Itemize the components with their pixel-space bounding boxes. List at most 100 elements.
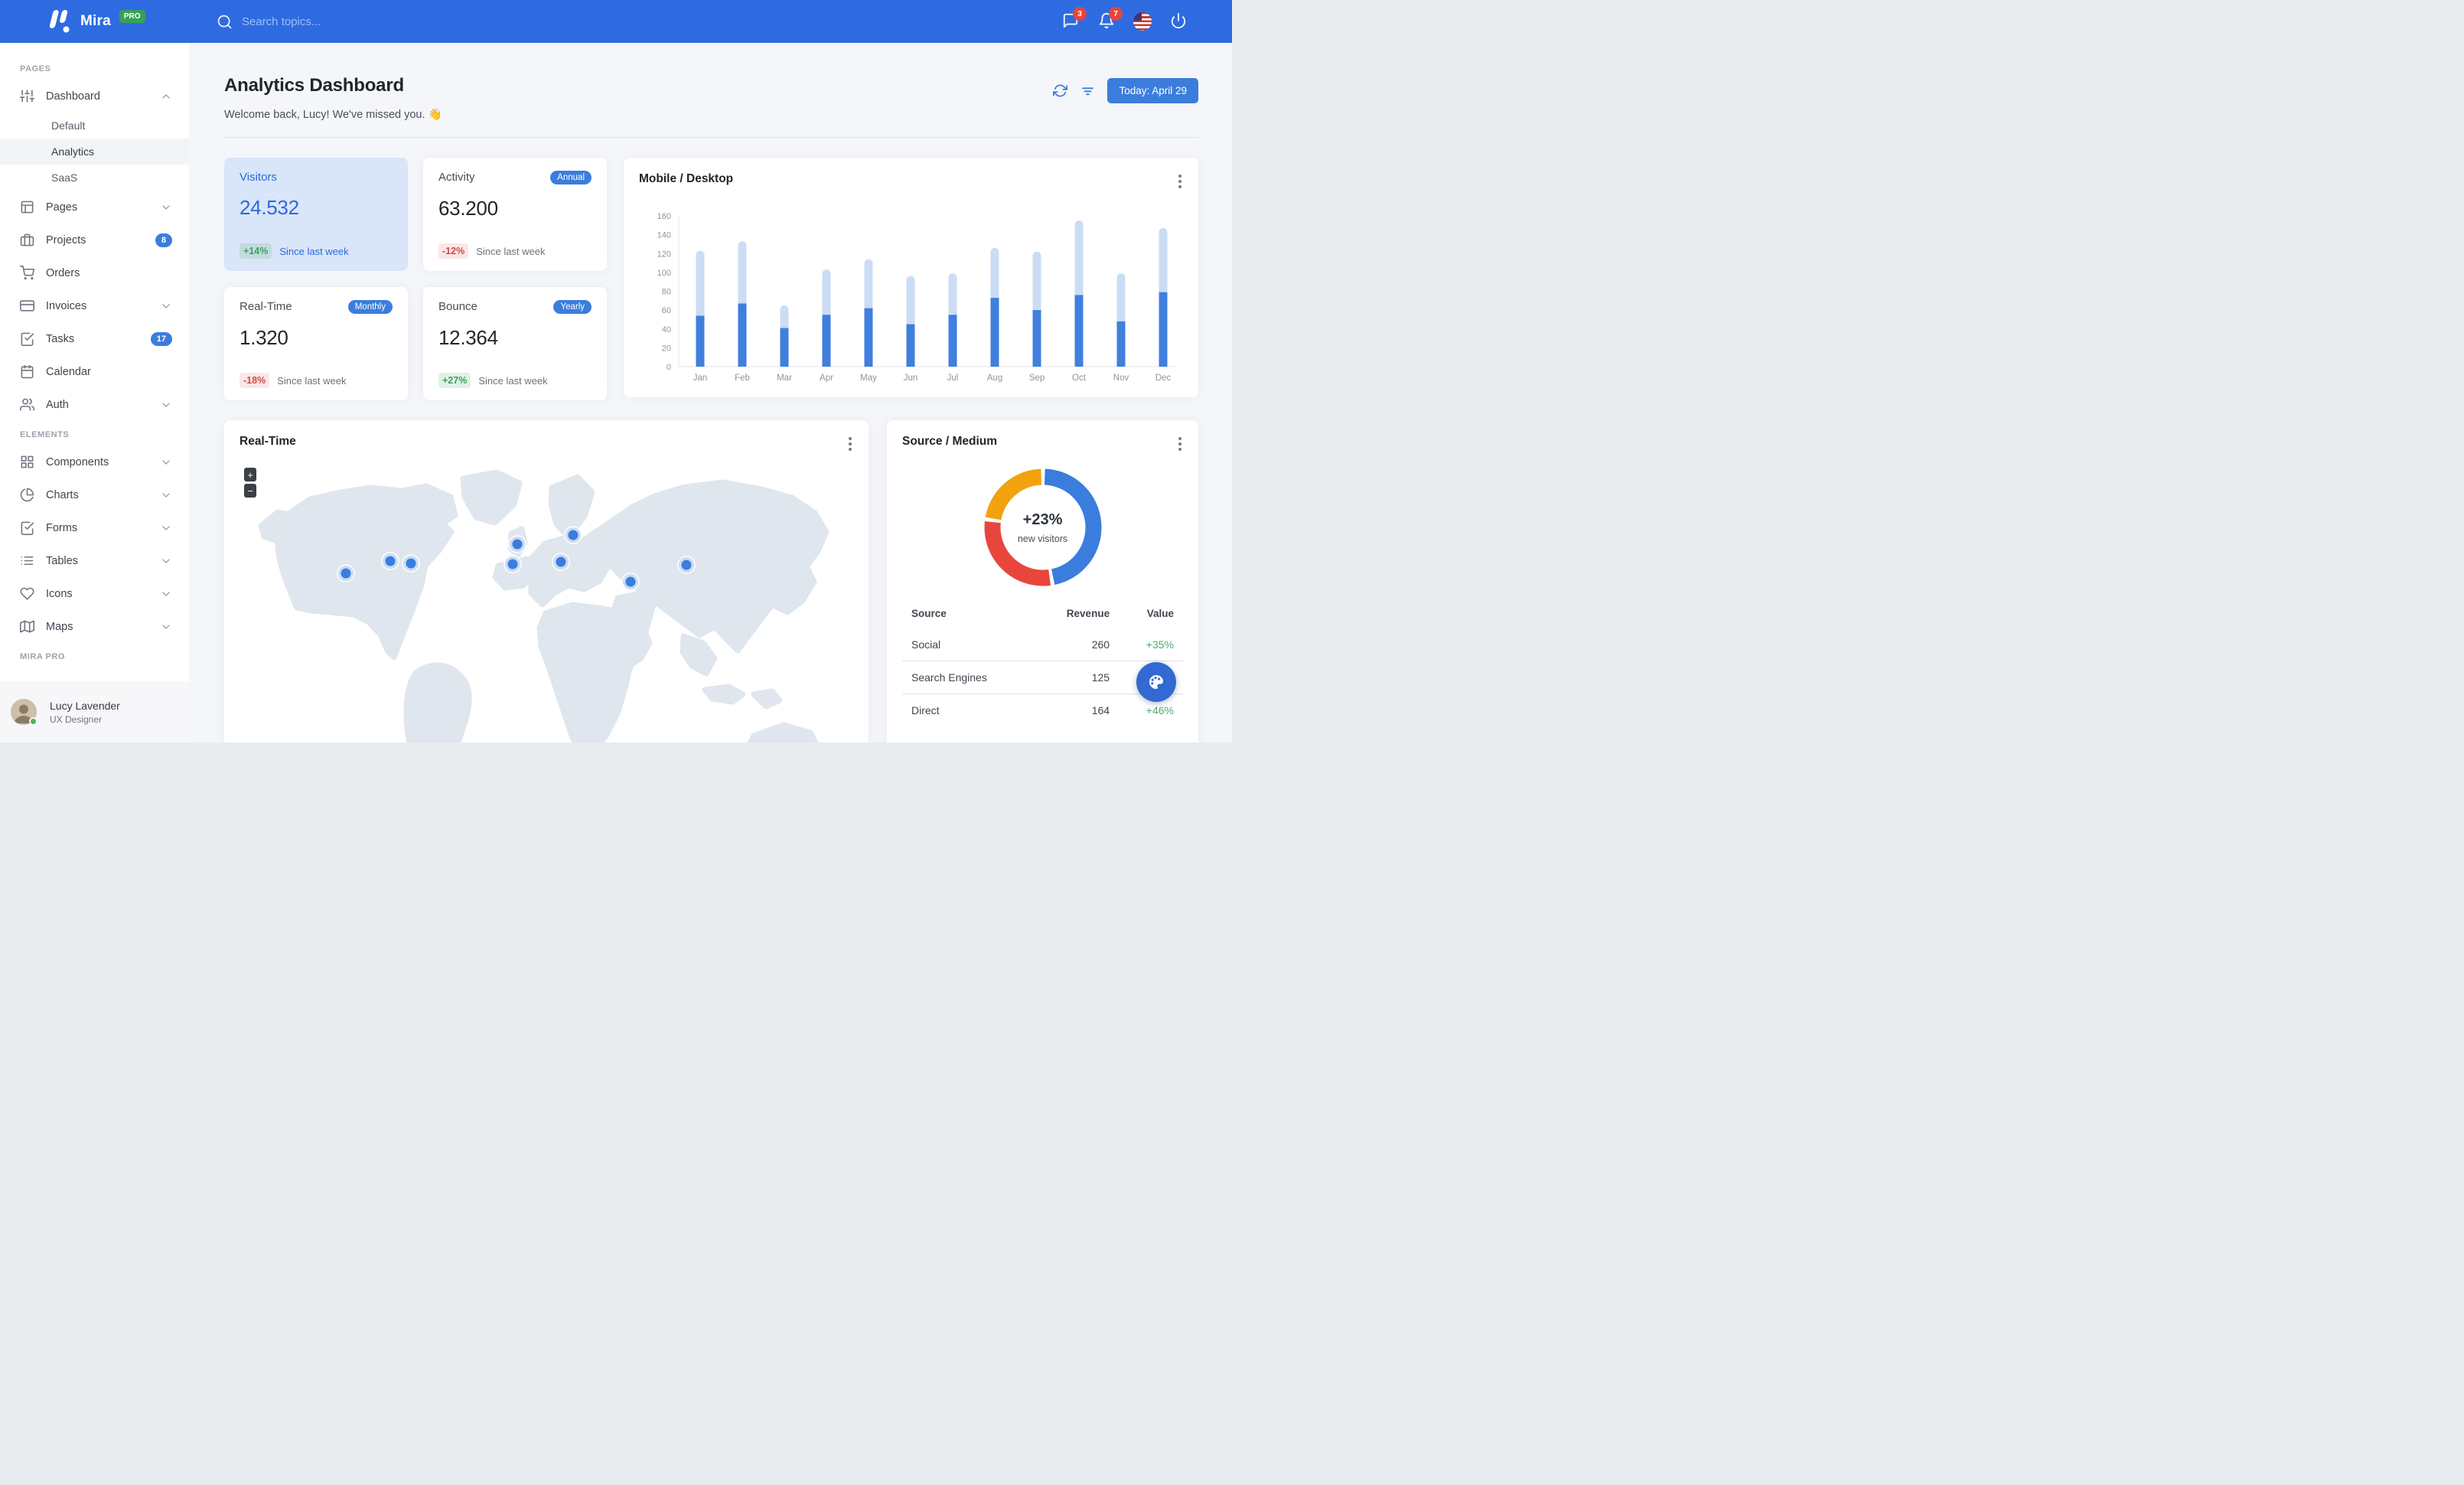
svg-text:Feb: Feb: [735, 374, 750, 383]
stat-value: 1.320: [240, 326, 288, 349]
map-marker[interactable]: [552, 553, 570, 571]
map-zoom-in-button[interactable]: +: [244, 468, 256, 481]
online-status-dot: [29, 717, 37, 726]
search-input[interactable]: [242, 15, 471, 28]
search-bar: [217, 14, 1061, 30]
stat-delta-badge: -18%: [240, 373, 270, 388]
sidebar-subitem-analytics[interactable]: Analytics: [0, 139, 189, 165]
svg-text:Nov: Nov: [1113, 374, 1129, 383]
stat-title: Real-Time: [240, 300, 292, 313]
chevron-up-icon: [160, 90, 172, 103]
donut-center-label: new visitors: [1017, 533, 1068, 544]
chart-kebab-menu-icon[interactable]: [1175, 171, 1185, 191]
check-square-icon: [20, 331, 34, 346]
filter-icon: [1082, 86, 1093, 95]
credit-card-icon: [20, 299, 34, 313]
sidebar-subitem-saas[interactable]: SaaS: [0, 165, 189, 191]
cell-source: Search Engines: [902, 661, 1034, 694]
sliders-icon: [20, 89, 34, 103]
svg-text:Apr: Apr: [820, 374, 833, 383]
stat-note: Since last week: [279, 245, 349, 257]
chevron-down-icon: [160, 522, 172, 534]
sidebar-item-orders[interactable]: Orders: [0, 256, 189, 289]
shopping-cart-icon: [20, 266, 34, 280]
map-marker[interactable]: [337, 564, 355, 583]
cell-revenue: 125: [1033, 661, 1120, 694]
sidebar-item-auth[interactable]: Auth: [0, 388, 189, 421]
stat-note: Since last week: [277, 374, 347, 387]
svg-text:Sep: Sep: [1029, 374, 1045, 383]
stat-period-badge[interactable]: Yearly: [553, 300, 592, 314]
svg-text:100: 100: [657, 269, 671, 278]
sidebar-item-maps[interactable]: Maps: [0, 610, 189, 643]
map-marker[interactable]: [402, 554, 420, 573]
map-marker[interactable]: [504, 555, 522, 573]
logout-button[interactable]: [1169, 12, 1188, 31]
date-range-button[interactable]: Today: April 29: [1107, 78, 1198, 103]
source-card-title: Source / Medium: [902, 435, 998, 448]
map-marker[interactable]: [564, 526, 582, 544]
briefcase-icon: [20, 233, 34, 247]
filter-button[interactable]: [1080, 83, 1095, 99]
sidebar-item-components[interactable]: Components: [0, 445, 189, 478]
map-marker[interactable]: [621, 573, 640, 591]
table-row-social: Social 260 +35%: [902, 628, 1183, 661]
map-marker[interactable]: [508, 535, 526, 553]
refresh-icon: [1052, 84, 1068, 96]
sidebar-item-projects[interactable]: Projects 8: [0, 224, 189, 256]
chevron-down-icon: [160, 201, 172, 214]
chevron-down-icon: [160, 588, 172, 600]
stat-period-badge[interactable]: Annual: [550, 171, 592, 184]
chevron-down-icon: [160, 399, 172, 411]
sidebar-item-dashboard[interactable]: Dashboard: [0, 80, 189, 113]
refresh-button[interactable]: [1052, 83, 1068, 99]
sidebar-item-label: Tasks: [46, 332, 75, 345]
sidebar-item-label: Calendar: [46, 365, 91, 378]
user-name: Lucy Lavender: [50, 699, 120, 712]
donut-chart: +23% new visitors: [984, 468, 1102, 586]
realtime-map-card: Real-Time + −: [224, 420, 869, 742]
sidebar-item-calendar[interactable]: Calendar: [0, 355, 189, 388]
sidebar-item-forms[interactable]: Forms: [0, 511, 189, 544]
stat-card-bounce: Bounce Yearly 12.364 +27% Since last week: [423, 287, 607, 400]
sidebar-item-label: Icons: [46, 587, 73, 600]
sidebar-item-label: Components: [46, 455, 109, 468]
brand[interactable]: Mira PRO: [0, 9, 189, 34]
stat-title: Bounce: [438, 300, 477, 313]
language-flag-us-icon[interactable]: [1133, 12, 1152, 31]
cell-revenue: 164: [1033, 694, 1120, 726]
sidebar-item-icons[interactable]: Icons: [0, 577, 189, 610]
check-square-icon: [20, 521, 34, 535]
messages-button[interactable]: 3: [1061, 7, 1087, 31]
sidebar: PAGES Dashboard Default Analytics SaaS Pages P…: [0, 43, 189, 742]
stat-card-real-time: Real-Time Monthly 1.320 -18% Since last week: [224, 287, 408, 400]
sidebar-item-invoices[interactable]: Invoices: [0, 289, 189, 322]
stat-title: Activity: [438, 171, 475, 184]
theme-settings-fab[interactable]: [1136, 662, 1176, 702]
layout-icon: [20, 200, 34, 214]
source-table: Source Revenue Value Social 260 +35% Search…: [902, 603, 1183, 726]
sidebar-item-charts[interactable]: Charts: [0, 478, 189, 511]
sidebar-subitem-default[interactable]: Default: [0, 113, 189, 139]
source-kebab-menu-icon[interactable]: [1175, 434, 1185, 454]
stat-cards: Visitors 24.532 +14% Since last week Activit…: [224, 158, 607, 400]
sidebar-item-tables[interactable]: Tables: [0, 544, 189, 577]
stat-title: Visitors: [240, 171, 277, 184]
map-marker[interactable]: [677, 556, 696, 574]
map-card-title: Real-Time: [240, 435, 296, 448]
stat-period-badge[interactable]: Monthly: [347, 300, 393, 314]
sidebar-user[interactable]: Lucy Lavender UX Designer: [0, 681, 189, 742]
pro-badge: PRO: [119, 9, 145, 23]
avatar: [11, 699, 37, 726]
main-content: Analytics Dashboard Welcome back, Lucy! …: [189, 43, 1232, 742]
map-icon: [20, 619, 34, 634]
stat-value: 63.200: [438, 197, 498, 220]
notifications-button[interactable]: 7: [1097, 7, 1123, 31]
sidebar-item-tasks[interactable]: Tasks 17: [0, 322, 189, 355]
map-zoom-out-button[interactable]: −: [244, 484, 256, 498]
sidebar-item-pages[interactable]: Pages: [0, 191, 189, 224]
page-title: Analytics Dashboard: [224, 75, 404, 96]
world-map[interactable]: [224, 451, 869, 742]
pie-chart-icon: [20, 488, 34, 502]
map-marker[interactable]: [381, 552, 399, 570]
